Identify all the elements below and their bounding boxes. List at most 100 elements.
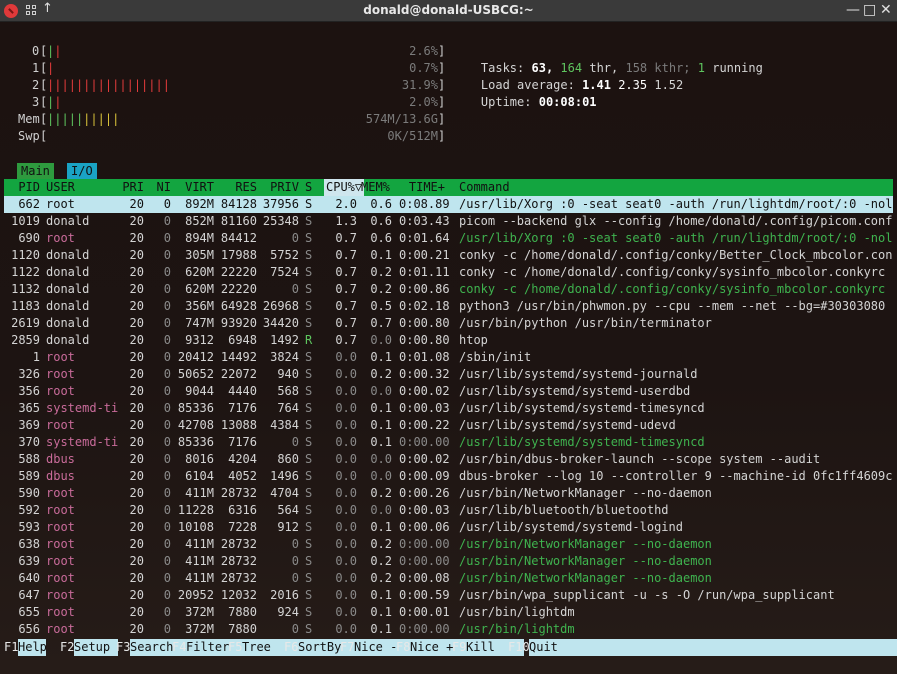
fkey-f8[interactable]: F8 (396, 639, 410, 656)
column-time[interactable]: TIME+ (399, 179, 445, 196)
column-command[interactable]: Command (459, 179, 510, 196)
cpu-3-meter-label: 3 (32, 95, 40, 109)
process-priv: 1496 (270, 469, 299, 483)
process-row[interactable]: 2859 donald 20 0 9312 6948 1492 R 0.7 0.0 0:00.80 h… (4, 332, 893, 349)
process-cpu: 0.7 (335, 231, 357, 245)
process-user: root (46, 571, 75, 585)
process-user: root (46, 537, 75, 551)
process-user: root (46, 622, 75, 636)
fkey-f2[interactable]: F2 (60, 639, 74, 656)
process-cpu: 0.7 (335, 299, 357, 313)
process-row[interactable]: 593 root 20 0 10108 7228 912 S 0.0 0.1 0:00.06/usr… (4, 519, 893, 536)
process-s: S (305, 282, 313, 296)
fkey-f6[interactable]: F6 (284, 639, 298, 656)
process-res: 28732 (220, 537, 257, 551)
column-res[interactable]: RES (219, 179, 257, 196)
process-row[interactable]: 356 root 20 0 9044 4440 568 S 0.0 0.0 0:00.02/usr/… (4, 383, 893, 400)
process-cpu: 0.7 (335, 282, 357, 296)
mem-meter-value: 574M/13.6G (365, 112, 438, 126)
fkey-setup-label[interactable]: Setup (74, 639, 118, 656)
process-row[interactable]: 592 root 20 0 11228 6316 564 S 0.0 0.0 0:00.03/usr… (4, 502, 893, 519)
running-label: running (712, 61, 763, 75)
fkey-f10[interactable]: F10 (508, 639, 530, 656)
process-ni: 0 (163, 350, 171, 364)
process-s: S (305, 299, 313, 313)
process-row[interactable]: 370 systemd-ti 20 0 85336 7176 0 S 0.0 0.1 0:00.00… (4, 434, 893, 451)
process-row[interactable]: 690 root 20 0 894M 84412 0 S 0.7 0.6 0:01.64/usr/l… (4, 230, 893, 247)
process-row[interactable]: 1019 donald 20 0 852M 81160 25348 S 1.3 0.6 0:03.4… (4, 213, 893, 230)
column-pid[interactable]: PID (4, 179, 40, 196)
tab-main[interactable]: Main (17, 163, 54, 180)
process-s: S (305, 469, 313, 483)
process-user: root (46, 605, 75, 619)
column-cpu[interactable]: CPU%▽ (326, 179, 362, 196)
column-state[interactable]: S (305, 179, 312, 196)
process-row[interactable]: 656 root 20 0 372M 7880 0 S 0.0 0.1 0:00.00/usr/bi… (4, 621, 893, 638)
process-row[interactable]: 662 root 20 0 892M 84128 37956 S 2.0 0.6 0:08.89/u… (4, 196, 893, 213)
process-row[interactable]: 369 root 20 0 42708 13088 4384 S 0.0 0.1 0:00.22/u… (4, 417, 893, 434)
process-cpu: 0.0 (335, 418, 357, 432)
column-ni[interactable]: NI (149, 179, 171, 196)
process-row[interactable]: 1 root 20 0 20412 14492 3824 S 0.0 0.1 0:01.08/sbi… (4, 349, 893, 366)
fkey-f4[interactable]: F4 (172, 639, 186, 656)
terminal[interactable]: 0[|| 2.6%] 1[| 0.7%] 2[||||||||||||||||| 31.9… (0, 22, 897, 674)
process-row[interactable]: 1132 donald 20 0 620M 22220 0 S 0.7 0.2 0:00.86 con… (4, 281, 893, 298)
fkey-f1[interactable]: F1 (4, 639, 18, 656)
process-time: 0:00.22 (399, 418, 450, 432)
process-row[interactable]: 590 root 20 0 411M 28732 4704 S 0.0 0.2 0:00.26/us… (4, 485, 893, 502)
process-pri: 20 (129, 503, 144, 517)
process-s: S (305, 248, 313, 262)
process-row[interactable]: 2619 donald 20 0 747M 93920 34420 S 0.7 0.7 0:00.8… (4, 315, 893, 332)
column-virt[interactable]: VIRT (176, 179, 214, 196)
maximize-icon[interactable]: □ (863, 2, 876, 18)
process-row[interactable]: 647 root 20 0 20952 12032 2016 S 0.0 0.1 0:00.59/u… (4, 587, 893, 604)
process-user: root (46, 503, 75, 517)
process-res: 7228 (228, 520, 257, 534)
process-row[interactable]: 640 root 20 0 411M 28732 0 S 0.0 0.2 0:00.08/usr/b… (4, 570, 893, 587)
process-row[interactable]: 1122 donald 20 0 620M 22220 7524 S 0.7 0.2 0:01.11… (4, 264, 893, 281)
process-row[interactable]: 589 dbus 20 0 6104 4052 1496 S 0.0 0.0 0:00.09 dbus… (4, 468, 893, 485)
process-cmd: /usr/lib/systemd/systemd-timesyncd (459, 401, 705, 415)
fkey-f5[interactable]: F5 (228, 639, 242, 656)
process-ni: 0 (163, 605, 171, 619)
column-user[interactable]: USER (46, 179, 75, 196)
process-time: 0:00.00 (399, 622, 450, 636)
process-row[interactable]: 639 root 20 0 411M 28732 0 S 0.0 0.2 0:00.00/usr/b… (4, 553, 893, 570)
process-res: 14492 (220, 350, 257, 364)
process-priv: 764 (277, 401, 299, 415)
process-priv: 860 (277, 452, 299, 466)
close-icon[interactable]: ✕ (880, 2, 892, 18)
process-res: 22220 (220, 265, 257, 279)
column-pri[interactable]: PRI (114, 179, 144, 196)
fkey-help-label[interactable]: Help (18, 639, 47, 656)
process-row[interactable]: 655 root 20 0 372M 7880 924 S 0.0 0.1 0:00.01/usr/… (4, 604, 893, 621)
cpu-1-meter: 1[| 0.7%] (0, 60, 446, 77)
process-user: root (46, 350, 75, 364)
process-pri: 20 (129, 282, 144, 296)
minimize-icon[interactable]: — (846, 2, 860, 18)
tab-io[interactable]: I/O (67, 163, 97, 180)
process-row[interactable]: 326 root 20 0 50652 22072 940 S 0.0 0.2 0:00.32/us… (4, 366, 893, 383)
process-mem: 0.1 (370, 435, 392, 449)
fkey-f3[interactable]: F3 (116, 639, 130, 656)
process-mem: 0.2 (370, 571, 392, 585)
fkey-f7[interactable]: F7 (340, 639, 354, 656)
fkey-f9[interactable]: F9 (452, 639, 466, 656)
column-mem[interactable]: MEM% (361, 179, 390, 196)
fkey-quit-label[interactable]: Quit (529, 639, 897, 656)
window-title: donald@donald-USBCG:~ (363, 3, 534, 17)
process-row[interactable]: 1183 donald 20 0 356M 64928 26968 S 0.7 0.5 0:02.1… (4, 298, 893, 315)
process-cmd: /usr/lib/systemd/systemd-userdbd (459, 384, 691, 398)
process-res: 64928 (220, 299, 257, 313)
process-row[interactable]: 365 systemd-ti 20 0 85336 7176 764 S 0.0 0.1 0:00.… (4, 400, 893, 417)
process-row[interactable]: 588 dbus 20 0 8016 4204 860 S 0.0 0.0 0:00.02/usr/… (4, 451, 893, 468)
column-priv[interactable]: PRIV (262, 179, 299, 196)
process-s: S (305, 367, 313, 381)
process-pid: 1183 (11, 299, 40, 313)
process-mem: 0.0 (370, 452, 392, 466)
process-pid: 640 (18, 571, 40, 585)
process-ni: 0 (163, 435, 171, 449)
process-cpu: 0.0 (335, 537, 357, 551)
process-row[interactable]: 638 root 20 0 411M 28732 0 S 0.0 0.2 0:00.00/usr/b… (4, 536, 893, 553)
process-row[interactable]: 1120 donald 20 0 305M 17988 5752 S 0.7 0.1 0:00.21… (4, 247, 893, 264)
